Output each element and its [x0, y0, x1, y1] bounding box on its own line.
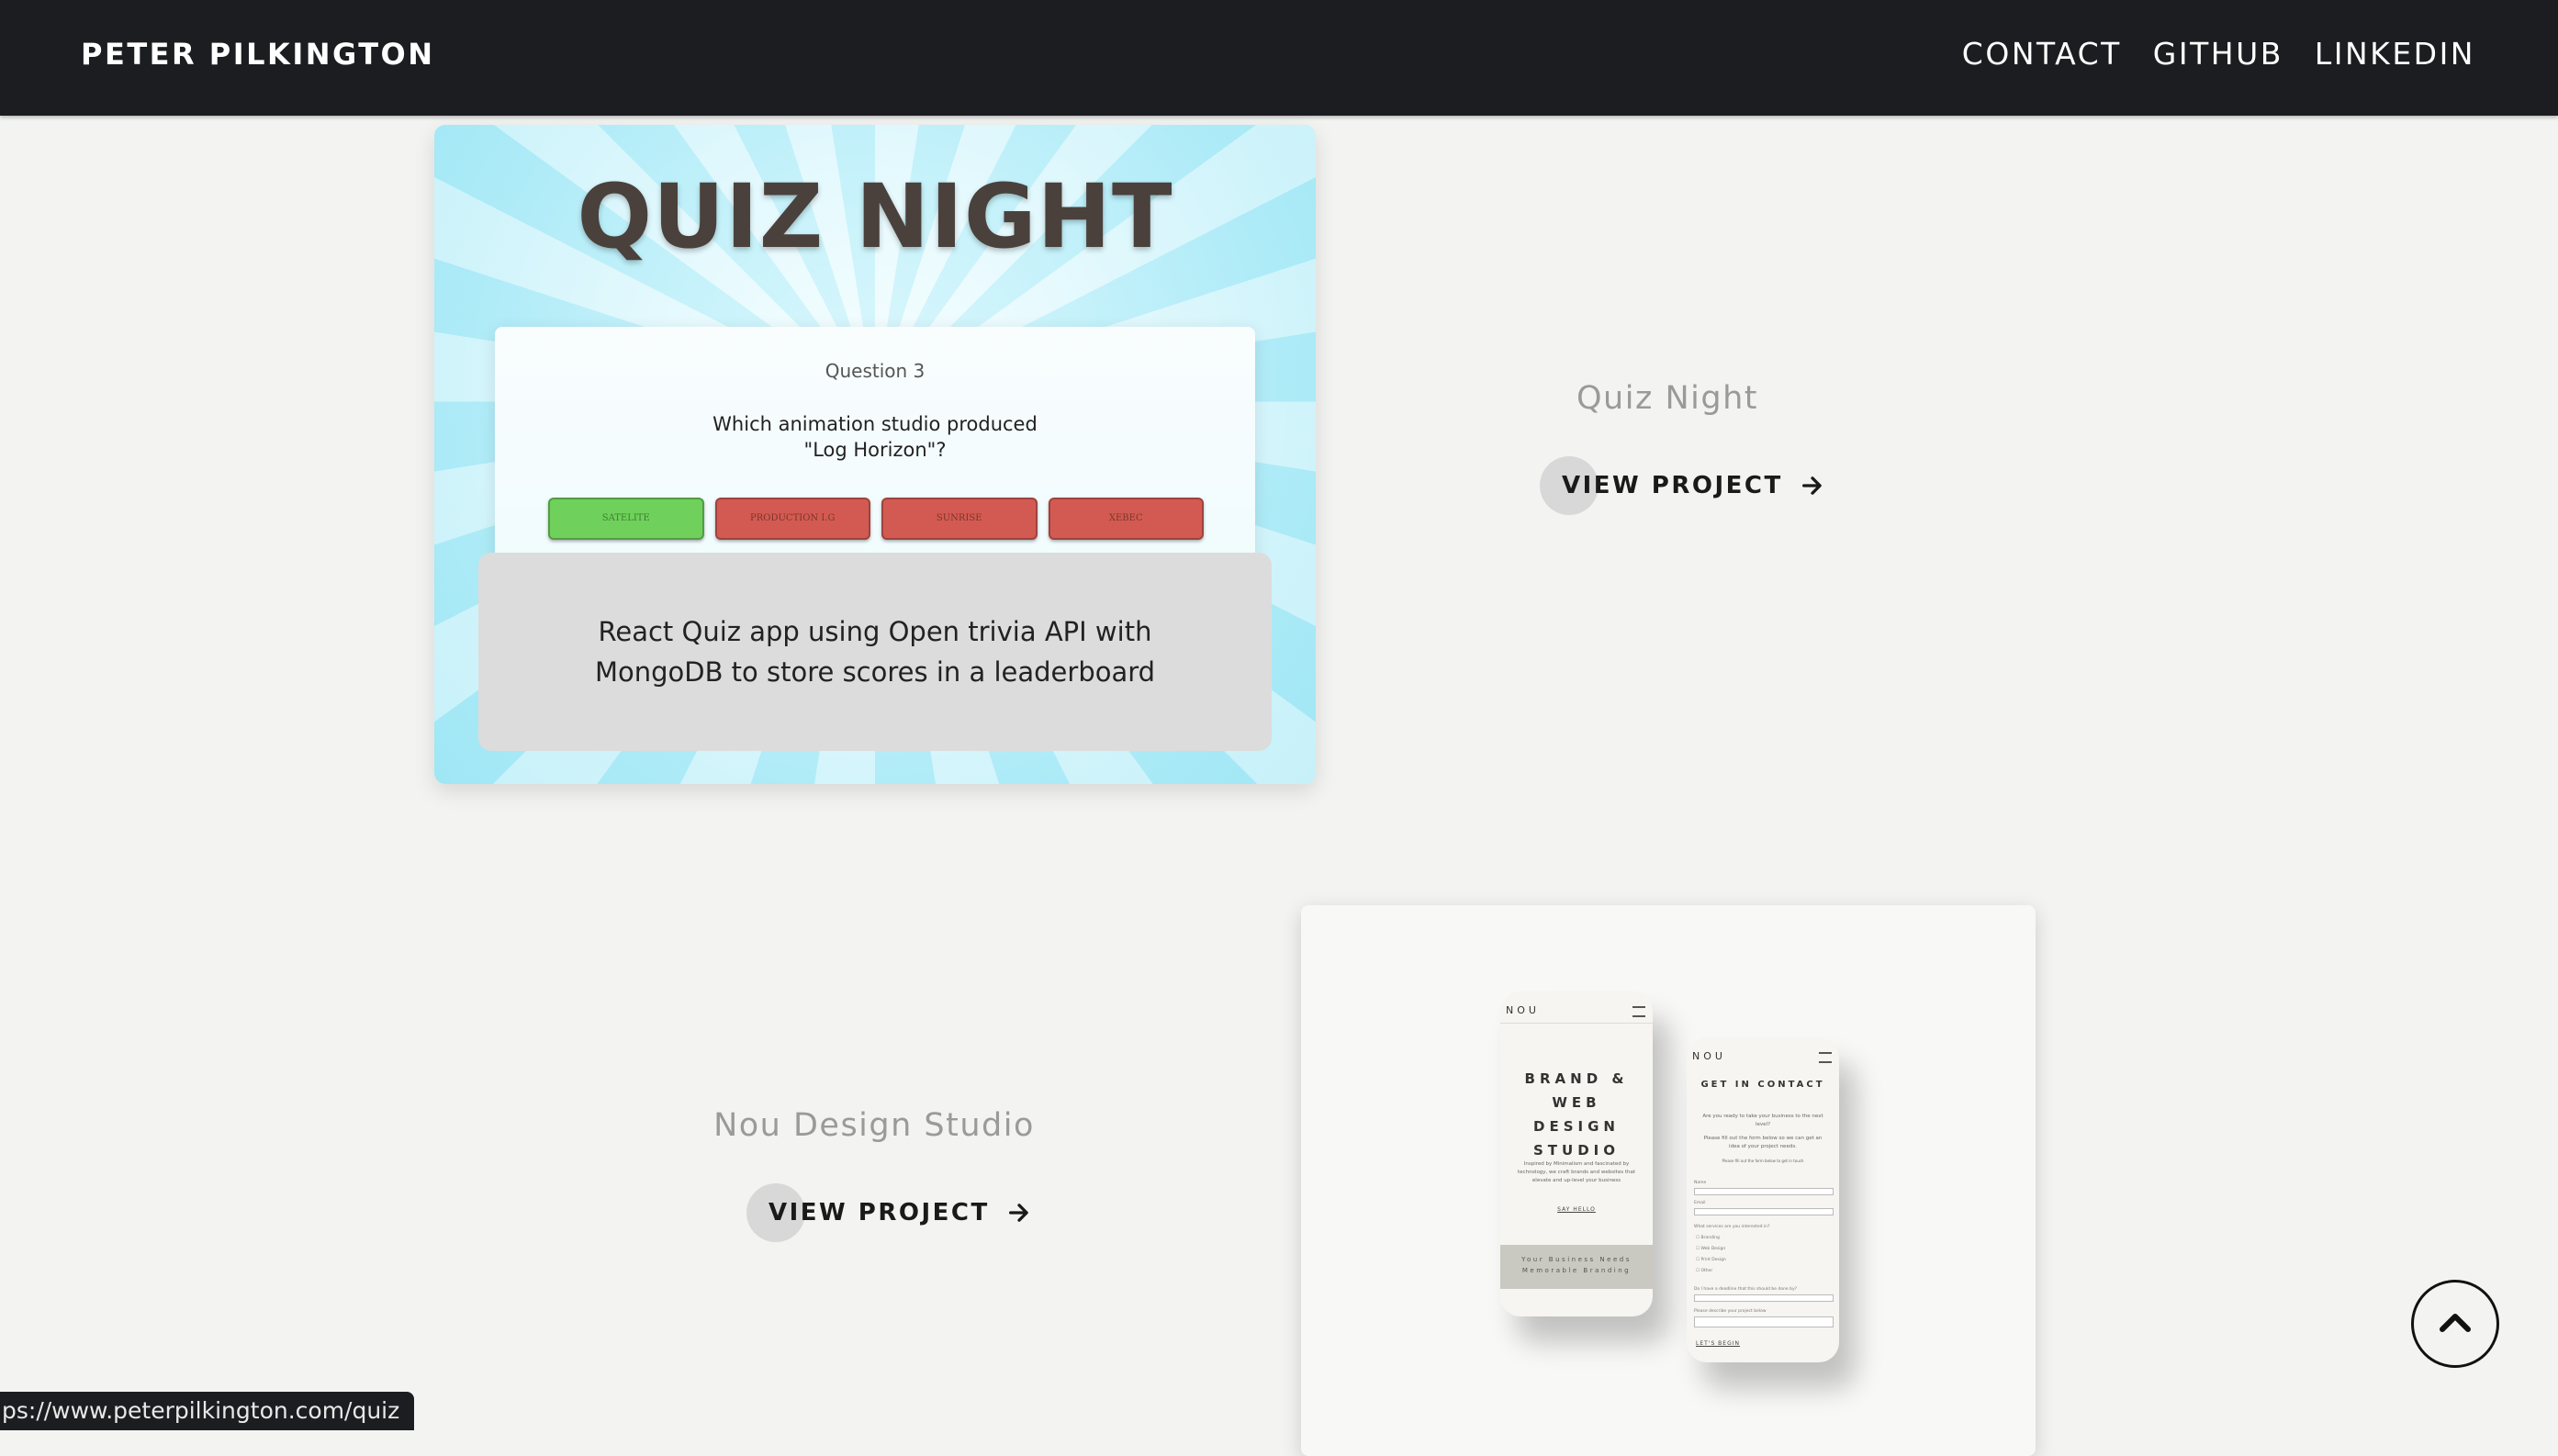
phone-headline-text: BRAND & WEB DESIGN STUDIO — [1524, 1070, 1629, 1159]
contact-headline: GET IN CONTACT — [1700, 1080, 1825, 1090]
project-description: React Quiz app using Open trivia API wit… — [594, 616, 1156, 688]
nou-logo: NOU — [1506, 1004, 1540, 1016]
chevron-up-icon — [2440, 1314, 2471, 1332]
services-question: What services are you interested in? — [1694, 1225, 1770, 1229]
answer-option: SUNRISE — [881, 498, 1038, 540]
answer-option: XEBEC — [1048, 498, 1204, 540]
phone-mockup-home: NOU BRAND & WEB DESIGN STUDIO Inspired b… — [1500, 991, 1653, 1316]
email-field — [1694, 1208, 1834, 1215]
deadline-label: Do I have a deadline that this should be… — [1694, 1287, 1798, 1292]
checkbox-option-label: Web Design — [1700, 1247, 1726, 1251]
phone-footer-banner: Your Business Needs Memorable Branding — [1500, 1245, 1653, 1289]
site-brand[interactable]: PETER PILKINGTON — [81, 31, 435, 77]
browser-status-url: ps://www.peterpilkington.com/quiz — [0, 1392, 415, 1430]
answer-options: SATELITE PRODUCTION I.G SUNRISE XEBEC — [548, 498, 1204, 540]
name-field — [1694, 1188, 1834, 1195]
nou-logo: NOU — [1692, 1050, 1726, 1062]
nav-linkedin-link[interactable]: LINKEDIN — [2315, 31, 2475, 77]
arrow-right-icon — [1008, 1204, 1028, 1222]
checkbox-option: ☐ Print Design — [1696, 1258, 1726, 1262]
phone-mockup-contact: NOU GET IN CONTACT Are you ready to take… — [1687, 1037, 1839, 1362]
contact-sub: Please fill out the form below so we can… — [1703, 1136, 1823, 1149]
nou-design-screenshot[interactable]: NOU BRAND & WEB DESIGN STUDIO Inspired b… — [1301, 905, 2036, 1456]
hamburger-menu-icon — [1819, 1052, 1832, 1063]
phone-footer-text: Your Business Needs Memorable Branding — [1521, 1256, 1632, 1274]
scroll-to-top-button[interactable] — [2411, 1280, 2499, 1368]
nav-contact-link[interactable]: CONTACT — [1962, 31, 2122, 77]
site-header: PETER PILKINGTON CONTACT GITHUB LINKEDIN — [0, 0, 2558, 116]
question-text-content: Which animation studio produced "Log Hor… — [712, 413, 1038, 461]
field-label: Email — [1694, 1201, 1706, 1205]
checkbox-option: ☐ Other — [1696, 1269, 1713, 1273]
view-project-button[interactable]: VIEW PROJECT — [1540, 456, 1825, 515]
checkbox-option-label: Branding — [1700, 1236, 1720, 1240]
main-nav: CONTACT GITHUB LINKEDIN — [1962, 31, 2475, 77]
quiz-night-screenshot[interactable]: QUIZ NIGHT Question 3 Which animation st… — [434, 125, 1316, 784]
hamburger-menu-icon — [1632, 1006, 1645, 1017]
field-label: Name — [1694, 1181, 1707, 1185]
checkbox-option-label: Other — [1700, 1269, 1713, 1273]
describe-label: Please describe your project below — [1694, 1309, 1767, 1314]
quiz-heading: QUIZ NIGHT — [577, 165, 1173, 268]
answer-option: PRODUCTION I.G — [714, 498, 870, 540]
phone-body-text: Inspired by Minimalism and fascinated by… — [1518, 1161, 1635, 1183]
nav-github-link[interactable]: GITHUB — [2153, 31, 2283, 77]
view-project-label: VIEW PROJECT — [769, 1199, 990, 1226]
view-project-label: VIEW PROJECT — [1562, 472, 1783, 499]
checkbox-option-label: Print Design — [1700, 1258, 1726, 1262]
deadline-field — [1694, 1294, 1834, 1302]
question-text: Which animation studio produced "Log Hor… — [495, 411, 1255, 463]
answer-option: SATELITE — [548, 498, 704, 540]
checkbox-option: ☐ Web Design — [1696, 1247, 1726, 1251]
project-title-quiz-night: Quiz Night — [1576, 380, 1758, 417]
phone-headline: BRAND & WEB DESIGN STUDIO — [1500, 1067, 1653, 1162]
view-project-button[interactable]: VIEW PROJECT — [746, 1183, 1032, 1242]
project-description-overlay: React Quiz app using Open trivia API wit… — [478, 553, 1272, 751]
contact-intro: Are you ready to take your business to t… — [1702, 1114, 1823, 1127]
describe-field — [1694, 1316, 1834, 1327]
question-number: Question 3 — [825, 360, 926, 382]
contact-note: Please fill out the form below to get in… — [1722, 1159, 1804, 1163]
arrow-right-icon — [1801, 476, 1822, 495]
divider — [1500, 1023, 1653, 1024]
project-title-nou-design-studio: Nou Design Studio — [713, 1107, 1035, 1144]
checkbox-option: ☐ Branding — [1696, 1236, 1720, 1240]
phone-link: LET'S BEGIN — [1696, 1340, 1740, 1347]
phone-link: SAY HELLO — [1557, 1206, 1596, 1213]
